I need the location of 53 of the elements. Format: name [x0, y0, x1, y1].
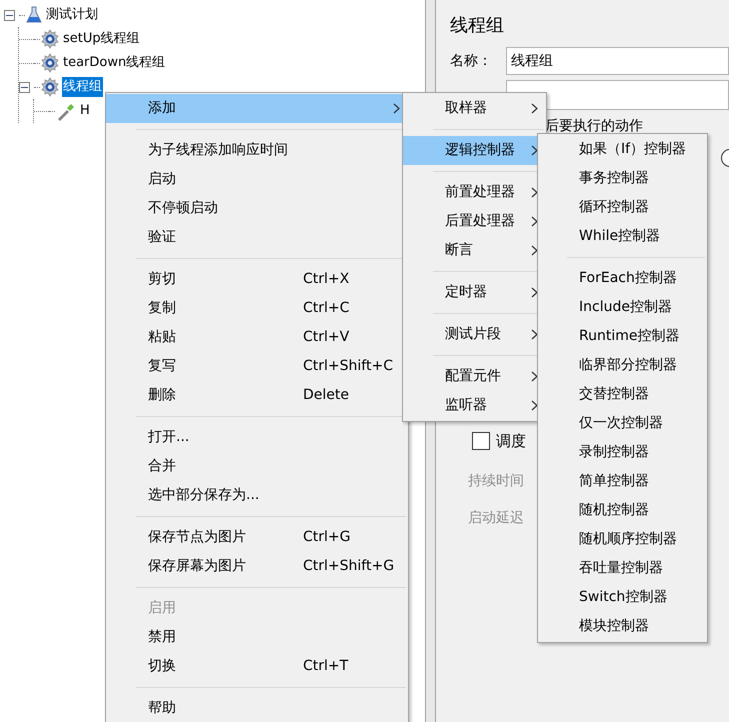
- menu-item[interactable]: ForEach控制器: [538, 264, 707, 293]
- tree-item[interactable]: 线程组: [62, 77, 103, 97]
- menu-item[interactable]: 仅一次控制器: [538, 409, 707, 438]
- menu-item[interactable]: 循环控制器: [538, 193, 707, 222]
- menu-item[interactable]: Include控制器: [538, 293, 707, 322]
- tree-item[interactable]: H: [79, 101, 91, 121]
- chevron-right-icon: [531, 400, 538, 411]
- tree-item[interactable]: 测试计划: [45, 5, 99, 25]
- field-label: 启动延迟: [468, 508, 524, 528]
- chevron-right-icon: [531, 329, 538, 340]
- menu-item[interactable]: 简单控制器: [538, 467, 707, 496]
- menu-item[interactable]: 保存屏幕为图片 Ctrl+Shift+G: [106, 552, 408, 581]
- checkbox[interactable]: [472, 432, 490, 450]
- menu-item[interactable]: Switch控制器: [538, 583, 707, 612]
- field-label: 名称：: [450, 52, 493, 70]
- gear-icon: [40, 77, 60, 97]
- menu-item[interactable]: 临界部分控制器: [538, 351, 707, 380]
- tree-item[interactable]: setUp线程组: [62, 29, 141, 49]
- menu-item[interactable]: Runtime控制器: [538, 322, 707, 351]
- gear-icon: [40, 29, 60, 49]
- collapse-toggle[interactable]: [19, 82, 30, 92]
- chevron-right-icon: [531, 103, 538, 114]
- menu-item[interactable]: 合并: [106, 452, 408, 481]
- gear-icon: [40, 53, 60, 73]
- menu-item[interactable]: 选中部分保存为...: [106, 481, 408, 510]
- field-label: 持续时间: [468, 472, 524, 490]
- menu-item[interactable]: 随机顺序控制器: [538, 525, 707, 554]
- menu-item[interactable]: 事务控制器: [538, 164, 707, 193]
- section-label: 后要执行的动作: [545, 117, 644, 136]
- flask-icon: [25, 6, 43, 24]
- chevron-right-icon: [531, 187, 538, 198]
- checkbox-label: 调度: [496, 431, 526, 452]
- chevron-right-icon: [393, 103, 400, 114]
- chevron-right-icon: [531, 216, 538, 227]
- menu-item[interactable]: 打开...: [106, 423, 408, 452]
- menu-item[interactable]: 吞吐量控制器: [538, 554, 707, 583]
- name-field[interactable]: 线程组: [506, 47, 729, 75]
- chevron-right-icon: [531, 245, 538, 256]
- panel-title: 线程组: [450, 14, 505, 38]
- menu-item[interactable]: 模块控制器: [538, 612, 707, 641]
- menu-item[interactable]: While控制器: [538, 222, 707, 251]
- menu-item[interactable]: 禁用: [106, 623, 408, 652]
- chevron-right-icon: [531, 287, 538, 298]
- menu-item[interactable]: 保存节点为图片 Ctrl+G: [106, 523, 408, 552]
- chevron-right-icon: [531, 371, 538, 382]
- collapse-toggle[interactable]: [4, 10, 15, 20]
- menu-item[interactable]: 随机控制器: [538, 496, 707, 525]
- chevron-right-icon: [531, 145, 538, 156]
- menu-item[interactable]: 帮助: [106, 694, 408, 722]
- menu-item[interactable]: 切换 Ctrl+T: [106, 652, 408, 681]
- menu-item[interactable]: 录制控制器: [538, 438, 707, 467]
- tree-item[interactable]: tearDown线程组: [62, 53, 166, 73]
- menu-item[interactable]: 交替控制器: [538, 380, 707, 409]
